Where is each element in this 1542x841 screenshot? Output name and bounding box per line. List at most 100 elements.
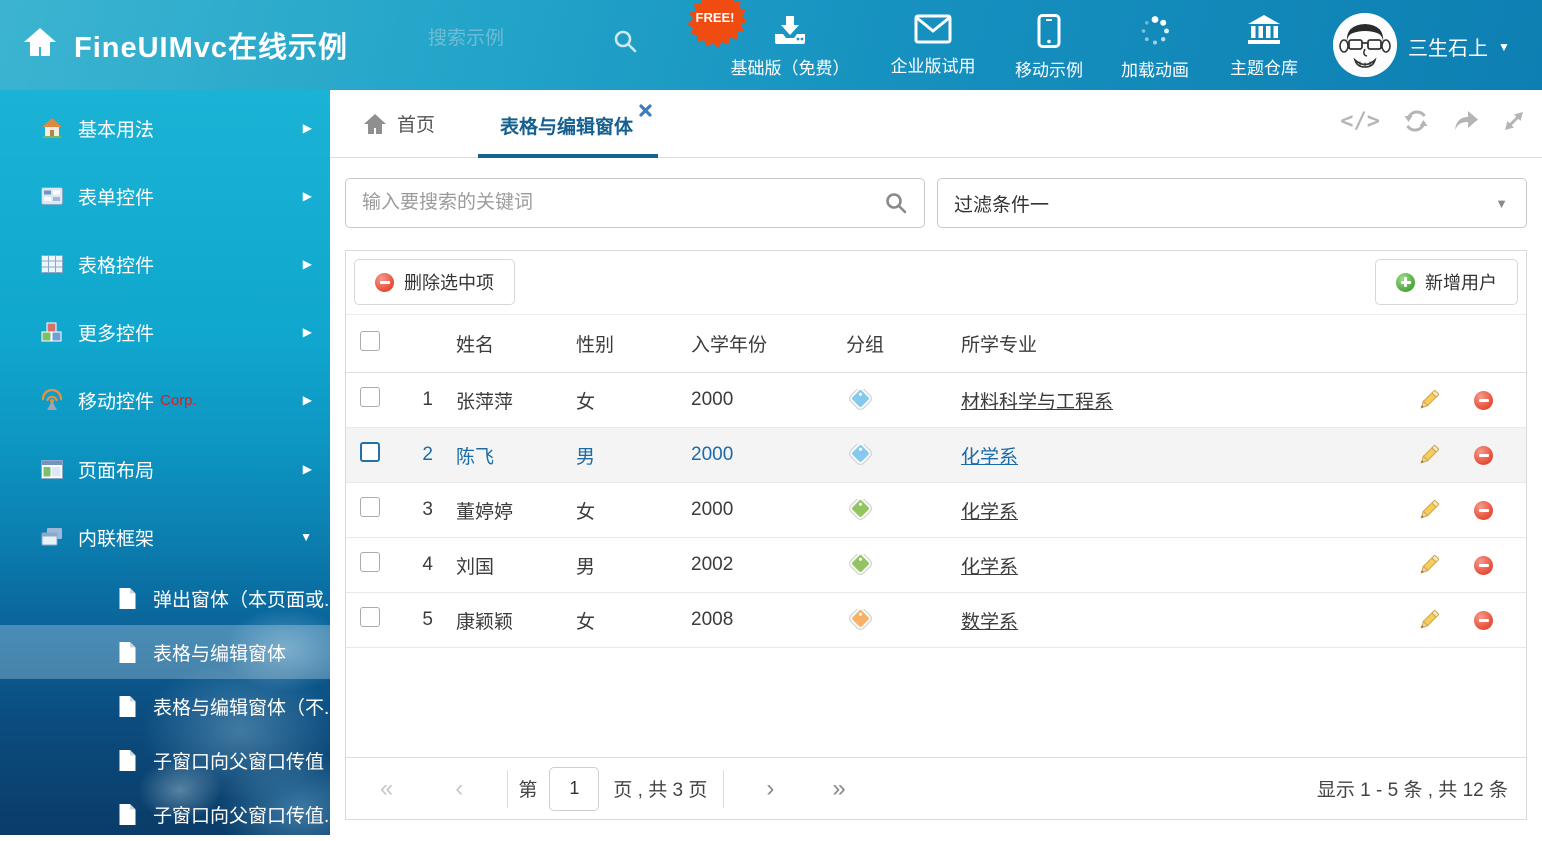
- table-row[interactable]: 2 陈飞 男 2000 化学系: [346, 428, 1526, 483]
- sidebar-item-mobile-controls[interactable]: 移动控件 Corp. ▶: [0, 366, 330, 434]
- add-user-button[interactable]: 新增用户: [1375, 259, 1518, 305]
- share-icon[interactable]: [1452, 109, 1480, 133]
- major-link[interactable]: 化学系: [961, 557, 1018, 578]
- cubes-icon: [40, 321, 64, 343]
- cell-year: 2008: [686, 609, 841, 631]
- nav-label: 主题仓库: [1230, 54, 1298, 79]
- tag-icon: [851, 444, 869, 462]
- sidebar-item-label: 表单控件: [78, 183, 154, 210]
- major-link[interactable]: 数学系: [961, 612, 1018, 633]
- sidebar-item-page-layout[interactable]: 页面布局 ▶: [0, 435, 330, 503]
- edit-icon[interactable]: [1417, 443, 1441, 467]
- search-icon[interactable]: [884, 191, 908, 215]
- sidebar-item-more-controls[interactable]: 更多控件 ▶: [0, 298, 330, 366]
- chevron-right-icon: ▶: [303, 189, 312, 203]
- envelope-icon: [914, 14, 952, 44]
- filter-dropdown[interactable]: 过滤条件一 ▼: [937, 178, 1527, 228]
- keyword-search-box: [345, 178, 925, 228]
- file-icon: [118, 803, 137, 826]
- sidebar-subitem-grid-edit-window[interactable]: 表格与编辑窗体: [0, 625, 330, 679]
- table-row[interactable]: 3 董婷婷 女 2000 化学系: [346, 483, 1526, 538]
- prev-page-button[interactable]: ‹: [455, 775, 463, 803]
- major-link[interactable]: 材料科学与工程系: [961, 392, 1113, 413]
- nav-item-theme-store[interactable]: 主题仓库: [1204, 14, 1324, 79]
- sidebar-item-iframe[interactable]: 内联框架 ▼: [0, 503, 330, 571]
- delete-icon[interactable]: [1474, 556, 1493, 575]
- row-checkbox[interactable]: [360, 387, 380, 407]
- next-page-button[interactable]: ›: [766, 775, 774, 803]
- header-search-input[interactable]: [428, 28, 588, 50]
- home-icon: [40, 117, 64, 139]
- chevron-down-icon: ▼: [1498, 40, 1510, 54]
- tab-close-icon[interactable]: [639, 104, 652, 122]
- row-checkbox[interactable]: [360, 552, 380, 572]
- row-checkbox[interactable]: [360, 607, 380, 627]
- col-year[interactable]: 入学年份: [686, 330, 841, 357]
- tab-grid-edit-window[interactable]: 表格与编辑窗体: [478, 90, 658, 158]
- nav-item-loading-animation[interactable]: 加载动画: [1095, 14, 1215, 81]
- nav-item-mobile-demo[interactable]: 移动示例: [989, 14, 1109, 81]
- row-checkbox[interactable]: [360, 442, 380, 462]
- sidebar-subitem-popup-window[interactable]: 弹出窗体（本页面或...: [0, 571, 330, 625]
- delete-icon[interactable]: [1474, 446, 1493, 465]
- sidebar-subitem-label: 子窗口向父窗口传值: [153, 747, 324, 774]
- header-search: [428, 28, 638, 50]
- last-page-button[interactable]: »: [832, 775, 845, 803]
- sidebar-item-grid-controls[interactable]: 表格控件 ▶: [0, 230, 330, 298]
- nav-item-basic-edition[interactable]: 基础版（免费）: [730, 14, 850, 79]
- sidebar-subitem-child-to-parent[interactable]: 子窗口向父窗口传值: [0, 733, 330, 787]
- refresh-icon[interactable]: [1402, 108, 1430, 134]
- edit-icon[interactable]: [1417, 553, 1441, 577]
- delete-icon[interactable]: [1474, 391, 1493, 410]
- cell-gender: 女: [571, 607, 686, 634]
- sidebar-item-basic-usage[interactable]: 基本用法 ▶: [0, 94, 330, 162]
- chevron-right-icon: ▶: [303, 121, 312, 135]
- col-gender[interactable]: 性别: [571, 330, 686, 357]
- layout-icon: [40, 460, 64, 479]
- col-group[interactable]: 分组: [841, 330, 956, 357]
- user-name: 三生石上: [1408, 32, 1488, 61]
- table-row[interactable]: 4 刘国 男 2002 化学系: [346, 538, 1526, 593]
- row-index: 2: [396, 444, 441, 466]
- cell-gender: 男: [571, 552, 686, 579]
- sidebar-subitem-grid-edit-window-2[interactable]: 表格与编辑窗体（不...: [0, 679, 330, 733]
- nav-label: 基础版（免费）: [731, 54, 850, 79]
- app-logo[interactable]: FineUIMvc在线示例: [22, 24, 348, 66]
- row-index: 1: [396, 389, 441, 411]
- page-number-input[interactable]: [549, 767, 599, 811]
- sidebar-item-label: 表格控件: [78, 251, 154, 278]
- tag-icon: [851, 499, 869, 517]
- delete-icon[interactable]: [1474, 501, 1493, 520]
- delete-selected-button[interactable]: 删除选中项: [354, 259, 515, 305]
- user-menu[interactable]: 三生石上 ▼: [1408, 32, 1510, 61]
- page-label-prefix: 第: [518, 775, 537, 802]
- view-source-icon[interactable]: </>: [1340, 109, 1380, 134]
- col-major[interactable]: 所学专业: [956, 330, 1401, 357]
- table-row[interactable]: 5 康颖颖 女 2008 数学系: [346, 593, 1526, 648]
- delete-icon[interactable]: [1474, 611, 1493, 630]
- home-tab-icon: [363, 113, 387, 135]
- expand-icon[interactable]: [1502, 109, 1526, 133]
- tab-home[interactable]: 首页: [363, 110, 435, 137]
- user-avatar[interactable]: [1333, 13, 1397, 77]
- edit-icon[interactable]: [1417, 608, 1441, 632]
- major-link[interactable]: 化学系: [961, 502, 1018, 523]
- edit-icon[interactable]: [1417, 388, 1441, 412]
- sidebar-item-label: 基本用法: [78, 115, 154, 142]
- row-checkbox[interactable]: [360, 497, 380, 517]
- sidebar-subitem-label: 子窗口向父窗口传值...: [153, 801, 340, 828]
- search-icon[interactable]: [612, 28, 638, 54]
- sidebar-subitem-child-to-parent-2[interactable]: 子窗口向父窗口传值...: [0, 787, 330, 841]
- download-icon: [772, 14, 808, 46]
- major-link[interactable]: 化学系: [961, 447, 1018, 468]
- nav-item-enterprise-trial[interactable]: 企业版试用: [873, 14, 993, 77]
- edit-icon[interactable]: [1417, 498, 1441, 522]
- corp-badge: Corp.: [160, 392, 197, 409]
- first-page-button[interactable]: «: [380, 775, 393, 803]
- col-name[interactable]: 姓名: [441, 330, 571, 357]
- table-row[interactable]: 1 张萍萍 女 2000 材料科学与工程系: [346, 373, 1526, 428]
- minus-circle-icon: [375, 273, 394, 292]
- select-all-checkbox[interactable]: [360, 331, 380, 351]
- sidebar-item-form-controls[interactable]: 表单控件 ▶: [0, 162, 330, 230]
- keyword-search-input[interactable]: [362, 192, 884, 214]
